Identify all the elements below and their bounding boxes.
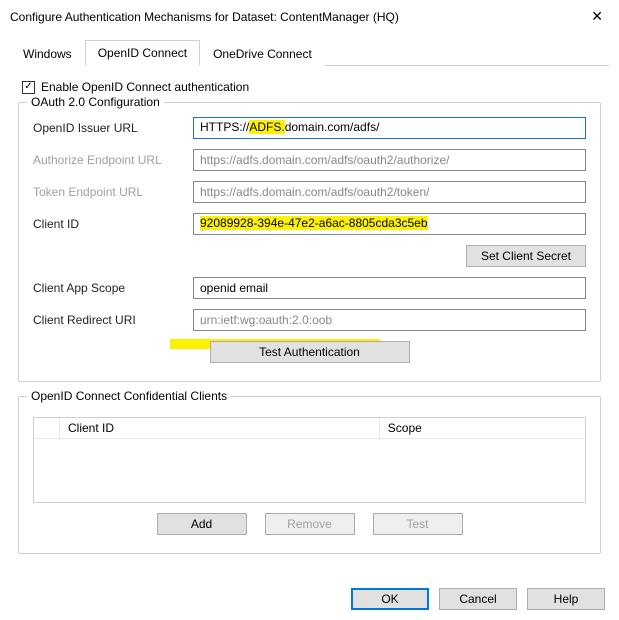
titlebar: Configure Authentication Mechanisms for … [0,0,619,29]
client-id-input[interactable] [193,213,586,235]
help-button[interactable]: Help [527,588,605,610]
authorize-url-label: Authorize Endpoint URL [33,153,193,167]
cancel-button[interactable]: Cancel [439,588,517,610]
tab-openid-connect[interactable]: OpenID Connect [85,40,200,66]
add-button[interactable]: Add [157,513,247,535]
issuer-url-label: OpenID Issuer URL [33,121,193,135]
token-url-input[interactable] [193,181,586,203]
confidential-table[interactable]: Client ID Scope [33,417,586,503]
authorize-url-input[interactable] [193,149,586,171]
client-id-label: Client ID [33,217,193,231]
table-col-scope[interactable]: Scope [380,418,585,438]
redirect-uri-label: Client Redirect URI [33,313,193,327]
tab-windows[interactable]: Windows [10,41,85,66]
openid-panel: ✓ Enable OpenID Connect authentication O… [0,66,619,578]
oauth-legend: OAuth 2.0 Configuration [27,95,164,109]
redirect-uri-input[interactable] [193,309,586,331]
oauth-config-fieldset: OAuth 2.0 Configuration OpenID Issuer UR… [18,102,601,382]
test-authentication-button[interactable]: Test Authentication [210,341,410,363]
table-header: Client ID Scope [34,418,585,439]
token-url-label: Token Endpoint URL [33,185,193,199]
test-button: Test [373,513,463,535]
remove-button: Remove [265,513,355,535]
table-col-clientid[interactable]: Client ID [60,418,380,438]
confidential-legend: OpenID Connect Confidential Clients [27,389,231,403]
checkbox-icon: ✓ [22,81,35,94]
enable-openid-label: Enable OpenID Connect authentication [41,80,249,94]
close-icon[interactable]: ✕ [585,8,609,25]
issuer-url-input[interactable] [193,117,586,139]
table-col-spacer [34,418,60,438]
client-scope-input[interactable] [193,277,586,299]
ok-button[interactable]: OK [351,588,429,610]
confidential-clients-fieldset: OpenID Connect Confidential Clients Clie… [18,396,601,554]
window-title: Configure Authentication Mechanisms for … [10,10,399,24]
set-client-secret-button[interactable]: Set Client Secret [466,245,586,267]
tab-onedrive-connect[interactable]: OneDrive Connect [200,41,325,66]
dialog-footer: OK Cancel Help [0,578,619,620]
client-scope-label: Client App Scope [33,281,193,295]
enable-openid-checkbox[interactable]: ✓ Enable OpenID Connect authentication [22,80,601,94]
tabs: Windows OpenID Connect OneDrive Connect [10,39,609,66]
